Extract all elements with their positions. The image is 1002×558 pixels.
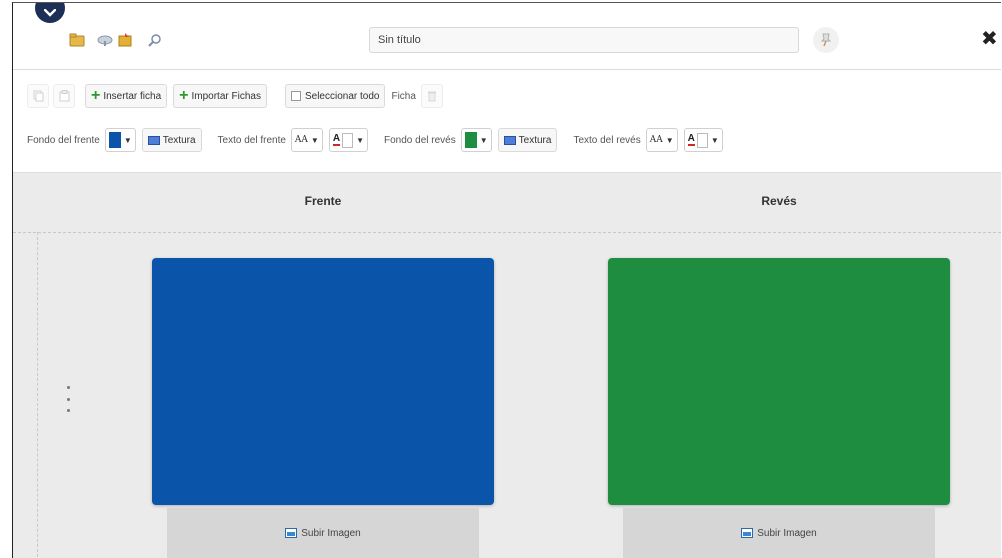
cloud-button[interactable] (95, 30, 115, 50)
caret-down-icon: ▼ (710, 135, 719, 145)
font-color-icon: A (687, 133, 695, 146)
back-texture-button[interactable]: Textura (497, 128, 558, 152)
texture-icon (503, 135, 516, 145)
front-texture-label: Textura (162, 134, 196, 146)
paste-button[interactable] (53, 84, 75, 108)
import-cards-label: Importar Fichas (191, 90, 261, 102)
delete-card-button[interactable] (420, 84, 443, 108)
back-font-color-button[interactable]: A ▼ (683, 128, 723, 152)
trash-icon (427, 91, 436, 102)
front-bg-color-picker[interactable]: ▼ (104, 128, 136, 152)
back-upload-image-button[interactable]: Subir Imagen (623, 508, 935, 558)
card-actions-row: + Insertar ficha + Importar Fichas Selec… (27, 84, 447, 108)
title-bar: ✖ (13, 3, 1001, 70)
copy-button[interactable] (27, 84, 49, 108)
search-button[interactable] (145, 30, 165, 50)
back-font-size-button[interactable]: AA ▼ (645, 128, 678, 152)
folder-icon (69, 33, 85, 47)
editor-window: ✖ + Insertar ficha + (12, 2, 1001, 558)
editor-toolbar: + Insertar ficha + Importar Fichas Selec… (13, 70, 1001, 173)
select-all-button[interactable]: Seleccionar todo (284, 84, 386, 108)
plus-icon: + (91, 87, 101, 104)
front-font-size-button[interactable]: AA ▼ (290, 128, 323, 152)
back-bg-swatch (464, 132, 477, 148)
card-front-face[interactable] (152, 258, 494, 505)
close-button[interactable]: ✖ (981, 29, 998, 49)
insert-card-button[interactable]: + Insertar ficha (85, 84, 168, 108)
front-texture-button[interactable]: Textura (141, 128, 202, 152)
front-bg-label: Fondo del frente (27, 134, 100, 146)
back-bg-label: Fondo del revés (384, 134, 456, 146)
caret-down-icon: ▼ (356, 135, 364, 145)
front-bg-swatch (108, 132, 121, 148)
copy-icon (33, 90, 43, 102)
checkbox-icon (290, 91, 301, 101)
front-upload-label: Subir Imagen (301, 527, 361, 539)
collapse-button[interactable] (35, 3, 65, 23)
open-button[interactable] (67, 30, 87, 50)
save-button[interactable] (115, 30, 135, 50)
front-font-color-button[interactable]: A ▼ (328, 128, 368, 152)
back-bg-color-picker[interactable]: ▼ (460, 128, 492, 152)
front-column-heading: Frente (304, 194, 342, 208)
select-all-label: Seleccionar todo (304, 90, 380, 102)
image-icon (285, 528, 298, 538)
card-style-row: Fondo del frente ▼ Textura Texto del fre… (27, 128, 729, 152)
front-text-label: Texto del frente (217, 134, 286, 146)
paste-icon (59, 90, 69, 102)
image-icon (741, 528, 754, 538)
font-size-icon: AA (294, 135, 308, 145)
caret-down-icon: ▼ (665, 135, 674, 145)
card-row-border (13, 232, 1001, 233)
plus-icon: + (179, 87, 189, 104)
caret-down-icon: ▼ (310, 135, 319, 145)
texture-icon (147, 135, 160, 145)
cloud-icon (97, 35, 113, 46)
back-upload-label: Subir Imagen (757, 527, 817, 539)
close-icon: ✖ (981, 28, 998, 50)
back-text-label: Texto del revés (573, 134, 641, 146)
back-texture-label: Textura (518, 134, 552, 146)
caret-down-icon: ▼ (479, 135, 488, 145)
font-size-icon: AA (649, 135, 663, 145)
magnifier-icon (148, 34, 161, 47)
caret-down-icon: ▼ (123, 135, 132, 145)
font-color-icon: A (332, 133, 341, 146)
insert-card-label: Insertar ficha (103, 90, 162, 102)
pin-icon (820, 33, 832, 47)
chevron-down-icon (44, 9, 56, 17)
card-label: Ficha (391, 90, 416, 102)
font-color-swatch (342, 132, 354, 148)
import-cards-button[interactable]: + Importar Fichas (173, 84, 267, 108)
front-upload-image-button[interactable]: Subir Imagen (167, 508, 479, 558)
save-icon (118, 33, 132, 47)
card-back-face[interactable] (608, 258, 950, 505)
drag-handle-icon[interactable] (63, 386, 73, 412)
card-row-border-left (37, 232, 38, 558)
font-color-swatch (696, 132, 708, 148)
title-input[interactable] (369, 27, 799, 53)
back-column-heading: Revés (761, 194, 797, 208)
pin-button[interactable] (813, 27, 839, 53)
